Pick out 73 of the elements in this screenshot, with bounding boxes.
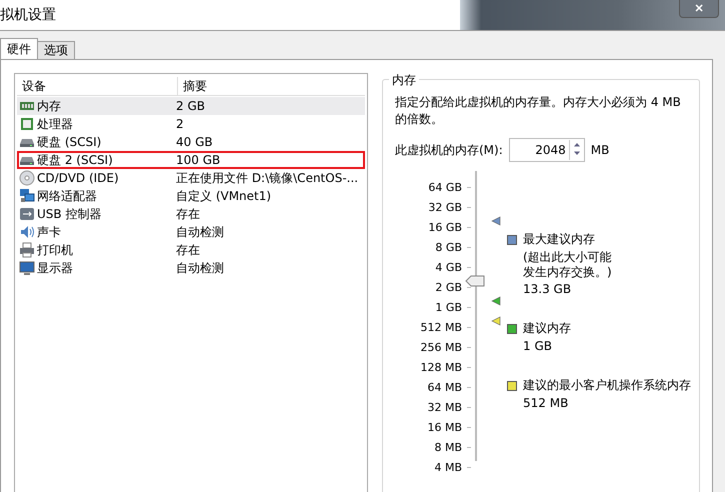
legend-note: 发生内存交换。)	[523, 265, 612, 280]
monitor-icon	[19, 260, 35, 276]
tick-label: 64 MB	[427, 380, 462, 394]
device-summary: 40 GB	[175, 135, 214, 149]
device-row[interactable]: 打印机 存在	[17, 241, 365, 259]
tick-label: 4 MB	[434, 460, 462, 474]
device-name: 内存	[37, 98, 61, 114]
device-row[interactable]: 网络适配器 自定义 (VMnet1)	[17, 187, 365, 205]
device-row[interactable]: 显示器 自动检测	[17, 259, 365, 277]
tab[interactable]: 选项	[37, 41, 75, 59]
legend-value: 13.3 GB	[523, 282, 572, 296]
device-row[interactable]: 硬盘 (SCSI) 40 GB	[17, 133, 365, 151]
legend-label: 建议内存	[523, 320, 571, 337]
device-summary: 存在	[175, 206, 201, 222]
device-summary: 2	[175, 117, 185, 131]
tick-label: 16 MB	[427, 420, 462, 434]
close-button[interactable]: ✕	[679, 0, 719, 18]
speaker-icon	[19, 224, 35, 240]
device-name: 处理器	[37, 116, 73, 132]
window-title: 拟机设置	[0, 6, 57, 24]
network-icon	[19, 188, 35, 204]
device-summary: 自动检测	[175, 260, 225, 276]
disc-icon	[19, 170, 35, 186]
device-row[interactable]: CD/DVD (IDE) 正在使用文件 D:\镜像\CentOS-...	[17, 169, 365, 187]
tick-label: 128 MB	[420, 360, 462, 374]
tick-label: 2 GB	[435, 280, 462, 294]
device-name: 显示器	[37, 260, 73, 276]
spin-down-icon[interactable]	[572, 151, 581, 156]
tab[interactable]: 硬件	[0, 38, 38, 59]
printer-icon	[19, 242, 35, 258]
device-row[interactable]: 处理器 2	[17, 115, 365, 133]
device-name: 打印机	[37, 242, 73, 258]
column-header[interactable]: 摘要	[178, 77, 365, 95]
slider-thumb[interactable]	[465, 274, 485, 287]
tick-label: 256 MB	[420, 340, 462, 354]
tick-label: 4 GB	[435, 260, 462, 274]
device-summary: 自定义 (VMnet1)	[175, 188, 272, 204]
legend-label: 建议的最小客户机操作系统内存	[523, 377, 691, 394]
usb-icon	[19, 206, 35, 222]
tick-label: 32 MB	[427, 400, 462, 414]
device-name: 声卡	[37, 224, 61, 240]
device-summary: 存在	[175, 242, 201, 258]
spin-up-icon[interactable]	[572, 142, 581, 147]
unit-label: MB	[590, 143, 610, 157]
device-name: CD/DVD (IDE)	[37, 171, 119, 185]
device-summary: 自动检测	[175, 224, 225, 240]
memory-label: 此虚拟机的内存(M):	[395, 142, 503, 158]
tick-label: 512 MB	[420, 320, 462, 334]
device-name: 硬盘 (SCSI)	[37, 134, 102, 150]
column-header[interactable]: 设备	[17, 77, 178, 95]
legend-value: 512 MB	[523, 396, 570, 410]
chip-icon	[19, 116, 35, 132]
tick-label: 32 GB	[428, 200, 462, 214]
device-name: 网络适配器	[37, 188, 97, 204]
legend-label: 最大建议内存	[523, 231, 596, 248]
tick-label: 8 MB	[434, 440, 462, 454]
device-row[interactable]: 硬盘 2 (SCSI) 100 GB	[17, 151, 365, 169]
legend-note: (超出此大小可能	[523, 250, 612, 265]
legend-value: 1 GB	[523, 339, 553, 353]
description: 指定分配给此虚拟机的内存量。内存大小必须为 4 MB 的倍数。	[395, 94, 682, 128]
device-row[interactable]: 内存 2 GB	[17, 97, 365, 115]
device-row[interactable]: 声卡 自动检测	[17, 223, 365, 241]
device-summary: 2 GB	[175, 99, 206, 113]
device-summary: 100 GB	[175, 153, 222, 167]
device-name: 硬盘 2 (SCSI)	[37, 152, 113, 168]
memory-spinbox[interactable]: 2048	[508, 138, 585, 162]
tick-label: 8 GB	[435, 240, 462, 254]
device-summary: 正在使用文件 D:\镜像\CentOS-...	[175, 170, 360, 186]
tick-label: 16 GB	[428, 220, 462, 234]
device-row[interactable]: USB 控制器 存在	[17, 205, 365, 223]
tick-label: 64 GB	[428, 180, 462, 194]
device-name: USB 控制器	[37, 206, 102, 222]
tick-label: 1 GB	[435, 300, 462, 314]
